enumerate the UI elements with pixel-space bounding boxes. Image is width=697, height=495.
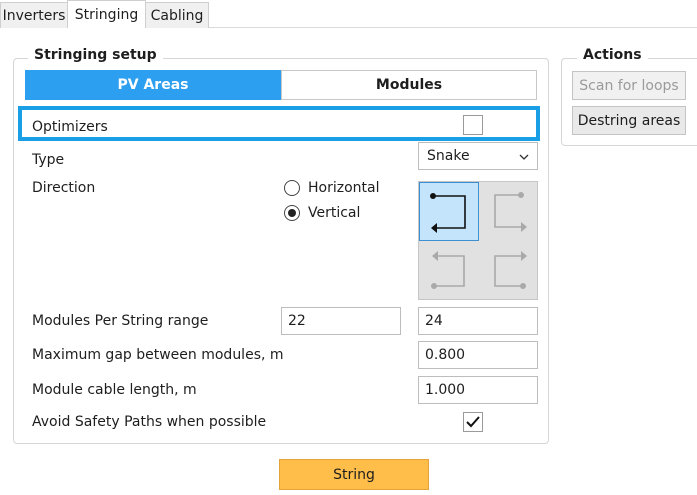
input-value: 0.800 bbox=[425, 347, 466, 363]
snake-right-up-icon bbox=[494, 251, 527, 289]
radio-button[interactable] bbox=[284, 205, 300, 221]
radio-vertical[interactable]: Vertical bbox=[284, 205, 360, 221]
destring-areas-button[interactable]: Destring areas bbox=[572, 106, 686, 135]
string-button[interactable]: String bbox=[279, 459, 429, 490]
tab-label: Inverters bbox=[2, 7, 66, 24]
input-value: 22 bbox=[288, 313, 306, 329]
tab-stringing[interactable]: Stringing bbox=[67, 0, 146, 28]
tab-label: Modules bbox=[375, 77, 443, 93]
tab-label: Stringing bbox=[74, 6, 139, 23]
snake-left-up-icon bbox=[431, 251, 465, 289]
chevron-down-icon bbox=[519, 148, 529, 164]
modules-per-string-min-input[interactable]: 22 bbox=[281, 307, 401, 335]
radio-horizontal[interactable]: Horizontal bbox=[284, 180, 379, 196]
actions-title: Actions bbox=[577, 47, 648, 63]
button-label: Scan for loops bbox=[579, 77, 679, 94]
radio-vertical-label: Vertical bbox=[308, 205, 361, 221]
type-select-value: Snake bbox=[427, 148, 470, 164]
tab-pv-areas[interactable]: PV Areas bbox=[25, 70, 281, 100]
avoid-safety-paths-label: Avoid Safety Paths when possible bbox=[32, 414, 267, 430]
max-gap-label: Maximum gap between modules, m bbox=[32, 347, 284, 363]
radio-selected-dot bbox=[288, 209, 296, 217]
stringing-setup-title: Stringing setup bbox=[28, 47, 163, 63]
tab-modules[interactable]: Modules bbox=[281, 70, 537, 100]
tab-label: Cabling bbox=[150, 7, 204, 24]
avoid-safety-paths-checkbox[interactable] bbox=[463, 412, 483, 432]
input-value: 1.000 bbox=[425, 382, 466, 398]
scan-for-loops-button[interactable]: Scan for loops bbox=[572, 71, 686, 100]
button-label: Destring areas bbox=[577, 112, 681, 129]
modules-per-string-max-input[interactable]: 24 bbox=[418, 307, 538, 335]
type-label: Type bbox=[32, 152, 65, 168]
direction-pattern-right-up[interactable] bbox=[480, 241, 538, 299]
radio-button[interactable] bbox=[284, 180, 300, 196]
tab-label: PV Areas bbox=[117, 77, 189, 93]
direction-pattern-right-down[interactable] bbox=[480, 182, 538, 240]
tab-inverters[interactable]: Inverters bbox=[0, 2, 68, 28]
module-cable-length-input[interactable]: 1.000 bbox=[418, 376, 538, 404]
direction-pattern-left-up[interactable] bbox=[419, 241, 477, 299]
module-cable-length-label: Module cable length, m bbox=[32, 382, 197, 398]
tab-cabling[interactable]: Cabling bbox=[145, 2, 209, 28]
max-gap-input[interactable]: 0.800 bbox=[418, 341, 538, 369]
input-value: 24 bbox=[425, 313, 443, 329]
checkmark-icon bbox=[466, 416, 480, 428]
direction-pattern-down-left[interactable] bbox=[419, 182, 479, 241]
type-select[interactable]: Snake bbox=[418, 142, 538, 170]
snake-right-down-icon bbox=[494, 192, 527, 232]
optimizers-checkbox[interactable] bbox=[463, 115, 483, 135]
snake-down-left-icon bbox=[430, 192, 466, 233]
optimizers-label: Optimizers bbox=[32, 119, 108, 135]
modules-per-string-label: Modules Per String range bbox=[32, 313, 209, 329]
radio-horizontal-label: Horizontal bbox=[308, 180, 380, 196]
direction-label: Direction bbox=[32, 180, 96, 196]
button-label: String bbox=[333, 466, 375, 483]
